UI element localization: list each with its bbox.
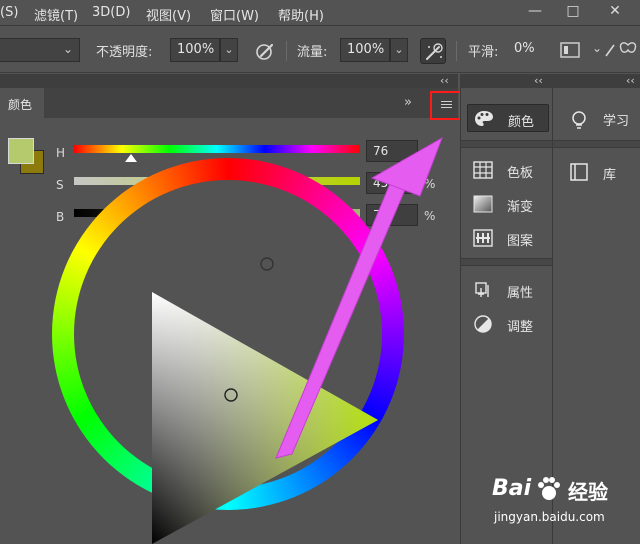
gradient-icon xyxy=(473,195,493,213)
dock-item-label: 图案 xyxy=(507,234,534,249)
dock-item-libraries[interactable]: 库 xyxy=(563,158,640,186)
adjustments-icon xyxy=(474,315,492,333)
palette-icon xyxy=(475,111,493,126)
dock-item-color[interactable]: 颜色 xyxy=(467,104,549,132)
dock-item-patterns[interactable]: 图案 xyxy=(467,224,549,252)
dock-separator xyxy=(461,258,553,266)
dock-item-adjustments[interactable]: 调整 xyxy=(467,310,549,338)
watermark-url: jingyan.baidu.com xyxy=(494,510,605,524)
dock-item-swatches[interactable]: 色板 xyxy=(467,156,549,184)
dock-item-label: 颜色 xyxy=(508,115,535,130)
dock-item-gradients[interactable]: 渐变 xyxy=(467,190,549,218)
swatches-grid-icon xyxy=(473,161,493,179)
dock-item-label: 渐变 xyxy=(507,200,534,215)
dock-item-label: 调整 xyxy=(507,320,534,335)
dock-item-properties[interactable]: 属性 xyxy=(467,276,549,304)
dock-separator xyxy=(461,140,553,148)
dock-item-label: 属性 xyxy=(507,286,534,301)
watermark: Bai 经验 jingyan.baidu.com xyxy=(486,470,636,534)
lightbulb-icon xyxy=(572,111,586,129)
watermark-brand-suffix: 经验 xyxy=(568,480,608,504)
dock-item-label: 学习 xyxy=(603,114,630,129)
paw-logo-icon xyxy=(538,477,560,500)
dock-item-learn[interactable]: 学习 xyxy=(563,104,640,132)
hue-ring-cursor-icon[interactable] xyxy=(260,257,274,271)
watermark-brand: Bai xyxy=(492,476,532,501)
library-icon xyxy=(570,163,588,181)
properties-icon xyxy=(475,282,489,297)
pattern-icon xyxy=(473,229,493,247)
dock-item-label: 库 xyxy=(603,168,617,183)
dock-separator xyxy=(553,140,640,148)
dock-item-label: 色板 xyxy=(507,166,534,181)
